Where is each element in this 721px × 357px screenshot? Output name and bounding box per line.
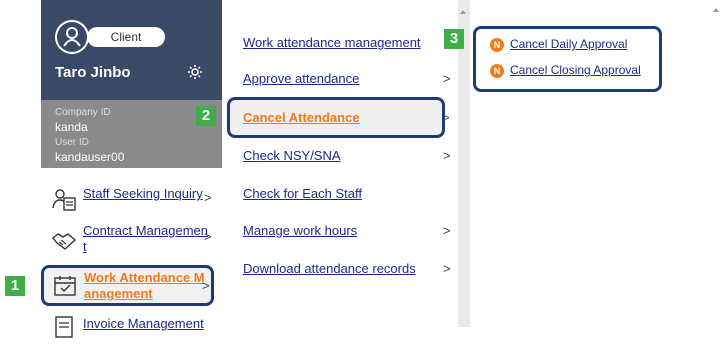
menu-item-cancel-attendance[interactable]: Cancel Attendance > (227, 97, 450, 138)
sub-submenu-panel: N Cancel Daily Approval N Cancel Closing A… (473, 26, 662, 92)
company-id: kanda (55, 120, 88, 134)
sidebar-item-label[interactable]: Staff Seeking Inquiry (83, 186, 203, 201)
menu-item-check-for-each-staff[interactable]: Check for Each Staff (243, 186, 362, 201)
menu-item-download-attendance-records[interactable]: Download attendance records (243, 261, 416, 276)
step-badge-1: 1 (5, 276, 25, 296)
submenu-item-cancel-closing-approval[interactable]: N Cancel Closing Approval (490, 63, 641, 78)
chevron-right-icon: > (443, 71, 451, 86)
sidebar-item-work-attendance-management[interactable]: Work Attendance M anagement > (41, 265, 214, 306)
calendar-check-icon (54, 276, 76, 296)
sidebar-item-label-line1[interactable]: Work Attendance M (84, 270, 205, 285)
step-badge-3: 3 (444, 29, 464, 49)
chevron-right-icon: > (202, 278, 210, 293)
sidebar: Client Taro Jinbo Company ID kanda User … (41, 0, 222, 338)
scroll-up-arrow-icon[interactable] (460, 10, 466, 14)
sidebar-item-label-line2[interactable]: anagement (84, 286, 153, 301)
submenu-panel: Work attendance management Approve atten… (222, 0, 458, 327)
scroll-up-arrow-icon[interactable] (713, 8, 719, 12)
user-avatar-icon[interactable] (55, 20, 89, 54)
submenu-link[interactable]: Cancel Closing Approval (510, 63, 641, 77)
user-id-label: User ID (55, 137, 89, 148)
sidebar-item-invoice-management[interactable]: Invoice Management (41, 313, 222, 357)
menu-item-approve-attendance[interactable]: Approve attendance (243, 71, 359, 86)
user-name: Taro Jinbo (55, 64, 131, 81)
account-ids: Company ID kanda User ID kandauser00 (41, 100, 222, 168)
submenu-item-cancel-daily-approval[interactable]: N Cancel Daily Approval (490, 37, 627, 52)
sidebar-item-staff-seeking-inquiry[interactable]: Staff Seeking Inquiry > (41, 178, 222, 222)
sidebar-item-label-line1[interactable]: Contract Managemen (83, 223, 208, 238)
new-badge-icon: N (490, 63, 504, 78)
sidebar-item-contract-management[interactable]: Contract Managemen t > (41, 220, 222, 264)
menu-item-label[interactable]: Cancel Attendance (243, 110, 360, 125)
step-badge-2: 2 (196, 106, 216, 126)
chevron-right-icon: > (204, 229, 212, 244)
scrollbar[interactable] (458, 0, 470, 327)
invoice-icon (55, 316, 73, 338)
new-badge-icon: N (490, 37, 504, 52)
menu-item-manage-work-hours[interactable]: Manage work hours (243, 223, 357, 238)
chevron-right-icon: > (443, 148, 451, 163)
submenu-link[interactable]: Cancel Daily Approval (510, 37, 627, 51)
chevron-right-icon: > (442, 110, 450, 125)
user-id: kandauser00 (55, 150, 125, 164)
chevron-right-icon: > (443, 261, 451, 276)
company-id-label: Company ID (55, 107, 111, 118)
chevron-right-icon: > (443, 223, 451, 238)
role-pill: Client (87, 27, 165, 47)
chevron-right-icon: > (204, 190, 212, 205)
gear-icon[interactable] (187, 64, 203, 85)
menu-item-check-nsy-sna[interactable]: Check NSY/SNA (243, 148, 341, 163)
handshake-icon (52, 233, 77, 250)
sidebar-item-label-line2[interactable]: t (83, 239, 87, 254)
clipboard-user-icon (52, 189, 76, 211)
menu-item-work-attendance-management[interactable]: Work attendance management (243, 35, 421, 50)
profile-panel: Client Taro Jinbo (41, 0, 222, 100)
sidebar-item-label[interactable]: Invoice Management (83, 316, 204, 331)
